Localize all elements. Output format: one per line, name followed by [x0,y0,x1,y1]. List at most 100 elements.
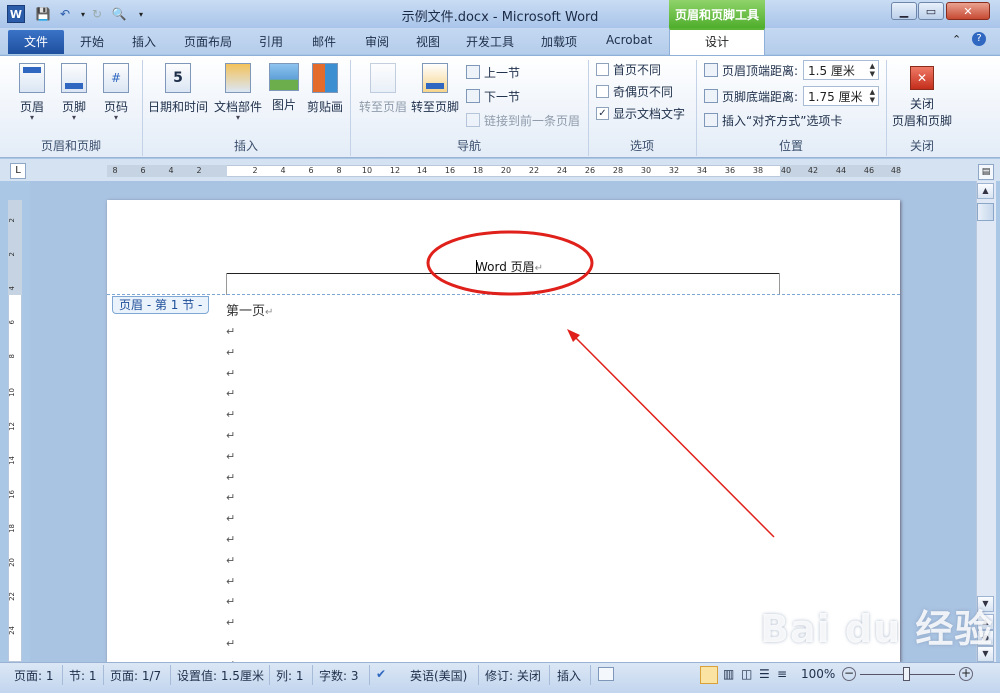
picture-button[interactable]: 图片 [266,60,302,126]
ruler-tick-label: 36 [724,166,736,175]
status-page[interactable]: 页面: 1 [14,667,54,684]
ruler-tick-label: 44 [835,166,847,175]
proofing-icon[interactable]: ✔ [376,667,386,681]
group-label-header-footer: 页眉和页脚 [40,139,101,153]
baidu-watermark-url: jingyan.baidu.com [796,644,898,657]
vertical-ruler-tick-label: 20 [8,558,16,567]
web-layout-view-icon[interactable]: ◫ [741,667,752,681]
tab-acrobat[interactable]: Acrobat [606,33,652,53]
tab-developer[interactable]: 开发工具 [466,33,514,53]
zoom-level[interactable]: 100% [801,667,835,681]
tab-page-layout[interactable]: 页面布局 [184,33,232,53]
scroll-thumb[interactable] [977,203,994,221]
maximize-button[interactable]: ▭ [918,2,944,20]
vertical-ruler-tick-label: 14 [8,456,16,465]
link-icon [466,113,480,127]
vertical-ruler-tick-label: 8 [8,354,16,359]
header-icon [19,63,45,93]
tab-design[interactable]: 设计 [669,28,765,56]
status-language[interactable]: 英语(美国) [410,667,467,684]
header-section-tag: 页眉 - 第 1 节 - [112,296,210,314]
date-time-button[interactable]: 5 日期和时间 [146,60,210,126]
tab-addins[interactable]: 加载项 [541,33,577,53]
ruler-tick-label: 8 [336,166,342,175]
footer-bottom-distance-spinner[interactable]: 1.75 厘米 ▲ ▼ [803,86,879,106]
tab-review[interactable]: 审阅 [365,33,389,53]
status-word-count[interactable]: 字数: 3 [319,667,359,684]
group-label-position: 位置 [778,139,803,153]
macro-record-icon[interactable] [598,667,614,681]
view-ruler-icon[interactable]: ▤ [978,164,994,180]
outline-view-icon[interactable]: ☰ [759,667,770,681]
paragraph-mark: ↵ [226,470,236,484]
minimize-button[interactable]: ▁ [891,2,917,20]
ruler-tick-label: 46 [863,166,875,175]
header-top-distance-spinner[interactable]: 1.5 厘米 ▲ ▼ [803,60,879,80]
status-page-count[interactable]: 页面: 1/7 [110,667,161,684]
spinner-arrows-icon[interactable]: ▲ ▼ [870,88,878,104]
status-insert-mode[interactable]: 插入 [557,667,581,684]
document-parts-icon [225,63,251,93]
previous-section-button[interactable]: 上一节 [466,63,520,81]
clipart-button[interactable]: 剪贴画 [302,60,348,126]
tab-home[interactable]: 开始 [80,33,104,53]
header-button[interactable]: 页眉 ▾ [10,60,54,126]
tab-view[interactable]: 视图 [416,33,440,53]
full-screen-view-icon[interactable]: ▥ [723,667,734,681]
goto-footer-button[interactable]: 转至页脚 [408,60,462,126]
close-header-footer-button[interactable]: ✕ 关闭 页眉和页脚 [888,60,956,128]
body-first-line[interactable]: 第一页↵ [226,300,273,319]
tab-mailings[interactable]: 邮件 [312,33,336,53]
zoom-slider-thumb[interactable] [903,667,910,681]
tab-references[interactable]: 引用 [259,33,283,53]
help-icon[interactable]: ? [972,32,986,46]
vertical-scrollbar[interactable] [976,181,996,662]
draft-view-icon[interactable]: ≡ [777,667,787,681]
paragraph-mark: ↵ [226,429,236,442]
ruler-tick-label: 18 [472,166,484,175]
window-title: 示例文件.docx - Microsoft Word [401,10,599,25]
close-window-button[interactable]: ✕ [946,2,990,20]
tab-selector-icon[interactable]: L [10,163,26,179]
link-to-previous-button[interactable]: 链接到前一条页眉 [466,111,580,129]
document-parts-button[interactable]: 文档部件 ▾ [210,60,266,126]
status-separator [312,665,313,685]
status-setting[interactable]: 设置值: 1.5厘米 [177,667,264,684]
status-separator [170,665,171,685]
ruler-tick-label: 22 [528,166,540,175]
spinner-arrows-icon[interactable]: ▲ ▼ [870,62,878,78]
zoom-out-icon[interactable]: − [842,667,856,681]
paragraph-mark: ↵ [226,345,236,359]
goto-header-button[interactable]: 转至页眉 [356,60,410,126]
calendar-icon: 5 [165,63,191,93]
previous-section-icon [466,65,480,79]
footer-icon [61,63,87,93]
checkbox-box [596,84,609,98]
vertical-ruler-tick-label: 16 [8,490,16,499]
group-label-options: 选项 [629,139,654,153]
show-document-text-checkbox[interactable]: ✓ 显示文档文字 [596,104,685,122]
tab-file[interactable]: 文件 [8,30,64,54]
status-column[interactable]: 列: 1 [276,667,304,684]
scroll-up-icon[interactable]: ▲ [977,183,994,199]
zoom-in-icon[interactable]: + [959,667,973,681]
insert-alignment-tab-button[interactable]: 插入“对齐方式”选项卡 [704,111,842,129]
footer-button[interactable]: 页脚 ▾ [52,60,96,126]
ruler-tick-label: 4 [168,166,174,175]
tab-insert[interactable]: 插入 [132,33,156,53]
ruler-tick-label: 38 [752,166,764,175]
ruler-tick-label: 40 [780,166,792,175]
status-track-changes[interactable]: 修订: 关闭 [485,667,541,684]
odd-even-different-checkbox[interactable]: 奇偶页不同 [596,82,673,100]
ribbon-minimize-icon[interactable]: ⌃ [952,33,961,46]
checkmark-icon: ✓ [596,106,609,120]
status-section[interactable]: 节: 1 [69,667,97,684]
first-page-different-checkbox[interactable]: 首页不同 [596,60,661,78]
footer-bottom-distance-label: 页脚底端距离: [704,87,798,105]
ruler-tick-label: 14 [416,166,428,175]
vertical-ruler-tick-label: 12 [8,422,16,431]
page-number-button[interactable]: # 页码 ▾ [94,60,138,126]
page-number-icon: # [103,63,129,93]
print-layout-view-icon[interactable] [700,666,718,684]
next-section-button[interactable]: 下一节 [466,87,520,105]
